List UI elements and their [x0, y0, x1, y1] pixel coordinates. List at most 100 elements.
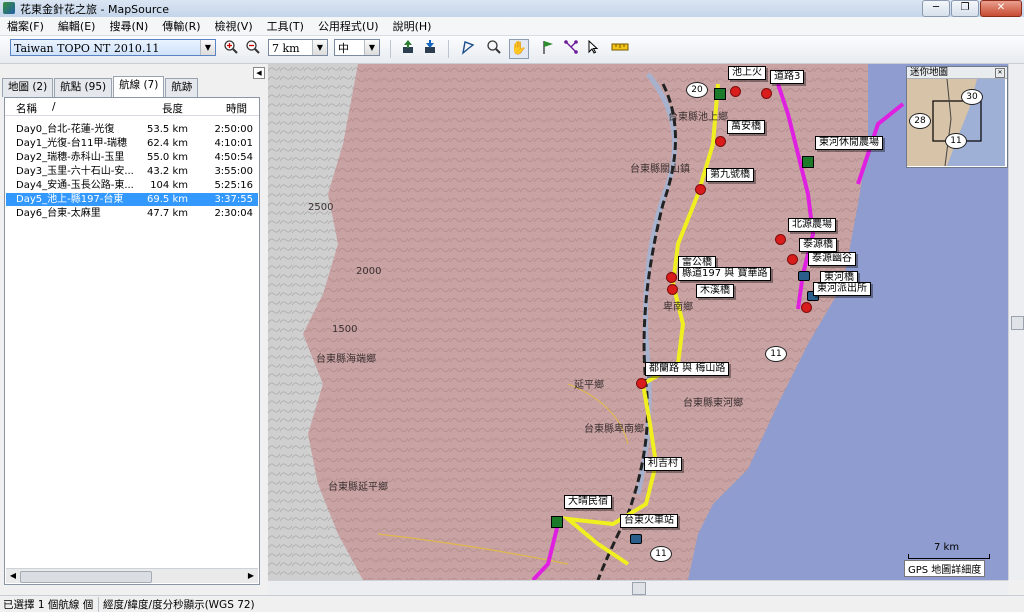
highway-shield: 11 [765, 346, 787, 362]
route-time: 2:30:04 [214, 208, 253, 219]
tab-maps[interactable]: 地圖 (2) [2, 78, 54, 97]
menu-help[interactable]: 說明(H) [386, 18, 439, 34]
waypoint-pin-icon[interactable] [761, 88, 772, 99]
status-bar: 已選擇 1 個航線 個 經度/緯度/度分秒顯示(WGS 72) [0, 595, 1024, 612]
panel-collapse-button[interactable]: ◀ [253, 67, 265, 79]
scrollbar-thumb[interactable] [20, 571, 152, 583]
title-bar: 花東金針花之旅 - MapSource ─ ❐ ✕ [0, 0, 1024, 18]
waypoint-label[interactable]: 東河派出所 [813, 282, 871, 296]
detail-level-select[interactable]: 中 ▼ [334, 39, 380, 56]
route-tool-icon[interactable] [561, 39, 581, 59]
hand-pan-tool-icon[interactable]: ✋ [509, 39, 529, 59]
menu-edit[interactable]: 編輯(E) [51, 18, 103, 34]
waypoint-pin-icon[interactable] [787, 254, 798, 265]
waypoint-label[interactable]: 萬安橋 [727, 120, 765, 134]
waypoint-pin-icon[interactable] [695, 184, 706, 195]
map-horizontal-scrollbar[interactable] [268, 580, 1008, 595]
map-product-select[interactable]: Taiwan TOPO NT 2010.11 ▼ [10, 39, 216, 56]
route-length: 62.4 km [147, 138, 188, 149]
table-row[interactable]: Day6_台東-太麻里 47.7 km 2:30:04 [6, 207, 258, 220]
column-name[interactable]: 名稱 [16, 101, 37, 116]
tab-routes[interactable]: 航線 (7) [113, 76, 165, 97]
selection-arrow-icon[interactable] [583, 39, 603, 59]
data-panel: ◀ 地圖 (2) 航點 (95) 航線 (7) 航跡 名稱 / 長度 時間 Da… [0, 64, 266, 594]
scrollbar-thumb[interactable] [1011, 316, 1024, 330]
send-to-device-icon[interactable] [398, 39, 418, 59]
route-name: Day5_池上-縣197-台東 [16, 194, 124, 205]
lodging-icon[interactable] [551, 516, 563, 528]
table-row[interactable]: Day1_光復-台11甲-瑞穗 62.4 km 4:10:01 [6, 137, 258, 150]
waypoint-pin-icon[interactable] [730, 86, 741, 97]
map-vertical-scrollbar[interactable] [1008, 64, 1024, 580]
waypoint-label[interactable]: 都蘭路 與 梅山路 [645, 362, 730, 376]
tab-waypoints[interactable]: 航點 (95) [54, 78, 113, 97]
waypoint-label[interactable]: 北源農場 [788, 218, 836, 232]
scroll-right-icon[interactable]: ▶ [245, 570, 257, 582]
waypoint-pin-icon[interactable] [801, 302, 812, 313]
contour-label: 2500 [308, 202, 334, 213]
waypoint-label[interactable]: 東河休閒農場 [815, 136, 883, 150]
menu-file[interactable]: 檔案(F) [0, 18, 51, 34]
waypoint-label[interactable]: 泰源橋 [799, 238, 837, 252]
waypoint-label[interactable]: 縣道197 與 寶華路 [678, 267, 772, 281]
chevron-down-icon[interactable]: ▼ [364, 40, 379, 55]
zoom-scale-select[interactable]: 7 km ▼ [268, 39, 328, 56]
column-length[interactable]: 長度 [162, 101, 183, 116]
table-row[interactable]: Day4_安通-玉長公路-東... 104 km 5:25:16 [6, 179, 258, 192]
route-name: Day1_光復-台11甲-瑞穗 [16, 138, 128, 149]
toolbar: Taiwan TOPO NT 2010.11 ▼ 7 km ▼ 中 ▼ ✋ [0, 36, 1024, 64]
waypoint-label[interactable]: 池上火 [728, 66, 766, 80]
waypoint-pin-icon[interactable] [636, 378, 647, 389]
chevron-down-icon[interactable]: ▼ [312, 40, 327, 55]
tab-tracks[interactable]: 航跡 [165, 78, 199, 97]
minimize-button[interactable]: ─ [922, 0, 950, 17]
camera-icon[interactable] [798, 271, 810, 281]
camera-icon[interactable] [630, 534, 642, 544]
close-button[interactable]: ✕ [980, 0, 1022, 17]
waypoint-flag-tool-icon[interactable] [538, 39, 558, 59]
lodging-icon[interactable] [714, 88, 726, 100]
waypoint-label[interactable]: 利吉村 [644, 457, 682, 471]
list-horizontal-scrollbar[interactable]: ◀ ▶ [6, 568, 258, 583]
zoom-out-icon[interactable] [243, 39, 263, 59]
table-row[interactable]: Day0_台北-花蓮-光復 53.5 km 2:50:00 [6, 123, 258, 136]
panel-tabs: 地圖 (2) 航點 (95) 航線 (7) 航跡 [2, 76, 199, 97]
window-controls: ─ ❐ ✕ [922, 0, 1022, 17]
place-name: 台東縣東河鄉 [683, 398, 743, 409]
waypoint-pin-icon[interactable] [775, 234, 786, 245]
waypoint-label[interactable]: 台東火車站 [620, 514, 678, 528]
waypoint-pin-icon[interactable] [715, 136, 726, 147]
waypoint-label[interactable]: 道路3 [770, 70, 805, 84]
zoom-in-icon[interactable] [221, 39, 241, 59]
menu-transfer[interactable]: 傳輸(R) [155, 18, 207, 34]
waypoint-label[interactable]: 木溪橋 [696, 284, 734, 298]
map-view[interactable]: 台東縣關山鎮 台東縣池上鄉 台東縣東河鄉 台東縣卑南鄉 台東縣延平鄉 台東縣海端… [268, 64, 1008, 580]
table-row-selected[interactable]: Day5_池上-縣197-台東 69.5 km 3:37:55 [6, 193, 258, 206]
scroll-left-icon[interactable]: ◀ [7, 570, 19, 582]
table-row[interactable]: Day2_瑞穗-赤科山-玉里 55.0 km 4:50:54 [6, 151, 258, 164]
maximize-button[interactable]: ❐ [951, 0, 979, 17]
highway-shield: 11 [650, 546, 672, 562]
receive-from-device-icon[interactable] [420, 39, 440, 59]
waypoint-pin-icon[interactable] [666, 272, 677, 283]
table-row[interactable]: Day3_玉里-六十石山-安... 43.2 km 3:55:00 [6, 165, 258, 178]
chevron-down-icon[interactable]: ▼ [200, 40, 215, 55]
waypoint-label[interactable]: 大晴民宿 [564, 495, 612, 509]
menu-find[interactable]: 搜尋(N) [102, 18, 155, 34]
waypoint-label[interactable]: 泰源幽谷 [808, 252, 856, 266]
lodging-icon[interactable] [802, 156, 814, 168]
map-tool-icon[interactable] [458, 39, 478, 59]
waypoint-pin-icon[interactable] [667, 284, 678, 295]
detail-level-value: 中 [338, 42, 349, 55]
zoom-tool-icon[interactable] [484, 39, 504, 59]
mini-map[interactable]: 迷你地圖 ✕ 30 28 11 [906, 66, 1008, 168]
menu-view[interactable]: 檢視(V) [208, 18, 260, 34]
menu-bar: 檔案(F) 編輯(E) 搜尋(N) 傳輸(R) 檢視(V) 工具(T) 公用程式… [0, 17, 1024, 36]
column-time[interactable]: 時間 [226, 101, 247, 116]
menu-utilities[interactable]: 公用程式(U) [311, 18, 386, 34]
measure-ruler-icon[interactable] [610, 39, 630, 59]
menu-tools[interactable]: 工具(T) [260, 18, 311, 34]
waypoint-label[interactable]: 第九號橋 [706, 168, 754, 182]
mini-map-close-icon[interactable]: ✕ [995, 68, 1005, 78]
scrollbar-thumb[interactable] [632, 582, 646, 595]
